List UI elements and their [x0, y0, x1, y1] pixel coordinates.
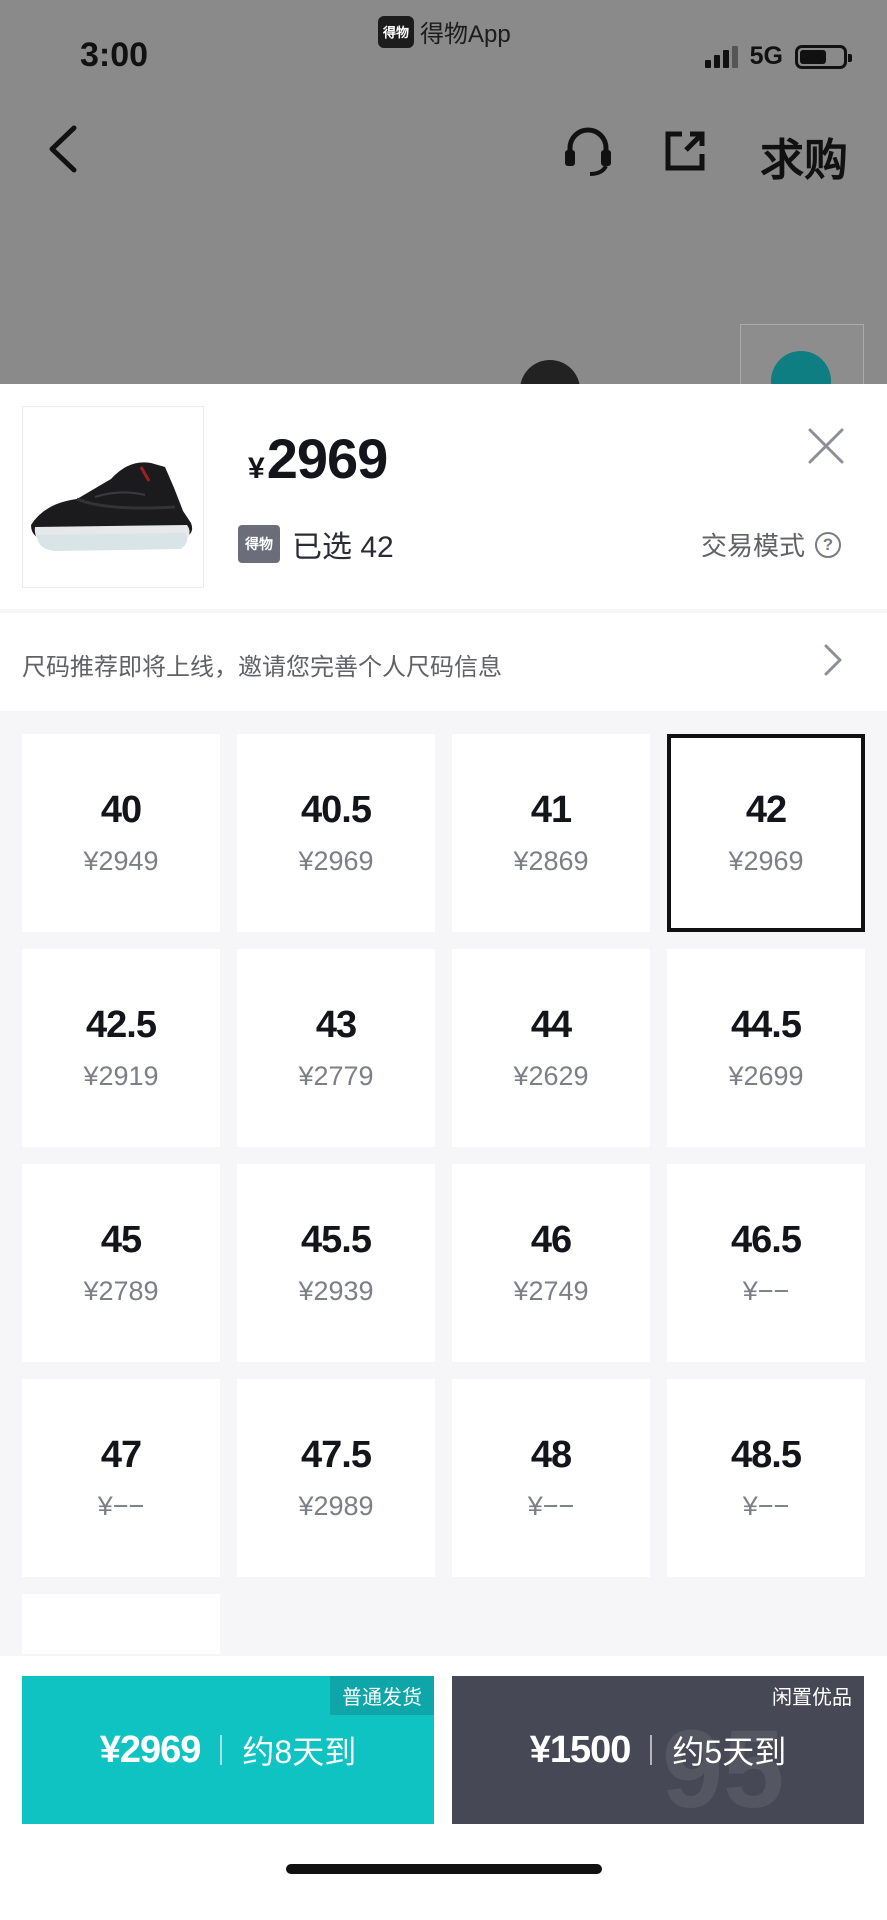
size-option-44[interactable]: 44 ¥2629 — [452, 949, 650, 1147]
size-price: ¥−− — [527, 1491, 575, 1521]
size-option-47-5[interactable]: 47.5 ¥2989 — [237, 1379, 435, 1577]
divider — [650, 1735, 653, 1765]
sneaker-image — [31, 462, 193, 551]
size-option-40-5[interactable]: 40.5 ¥2969 — [237, 734, 435, 932]
app-badge: 得物 得物App — [378, 14, 511, 49]
size-recommendation-banner[interactable]: 尺码推荐即将上线，邀请您完善个人尺码信息 — [0, 613, 887, 711]
headset-icon[interactable] — [562, 126, 614, 176]
standard-tag: 普通发货 — [330, 1676, 434, 1715]
price-value: 2969 — [266, 427, 389, 490]
size-price: ¥2969 — [298, 846, 374, 876]
size-price: ¥2969 — [728, 846, 804, 876]
help-icon: ? — [815, 531, 841, 558]
size-price: ¥2779 — [298, 1061, 374, 1091]
size-price: ¥2949 — [83, 846, 159, 876]
size-price: ¥2749 — [513, 1276, 589, 1306]
idle-price: ¥1500 — [529, 1728, 632, 1771]
divider — [220, 1735, 223, 1765]
background-thumbnail — [740, 324, 864, 384]
selected-size-info: 得物 已选 42 — [238, 522, 394, 566]
size-price: ¥−− — [742, 1491, 790, 1521]
size-price: ¥2629 — [513, 1061, 589, 1091]
network-label: 5G — [749, 42, 783, 70]
app-name: 得物App — [420, 21, 511, 48]
size-price: ¥2869 — [513, 846, 589, 876]
size-option-44-5[interactable]: 44.5 ¥2699 — [667, 949, 865, 1147]
size-option-46-5[interactable]: 46.5 ¥−− — [667, 1164, 865, 1362]
size-value: 46.5 — [731, 1219, 802, 1261]
size-price: ¥−− — [742, 1276, 790, 1306]
standard-price: ¥2969 — [99, 1728, 202, 1771]
size-price: ¥2989 — [298, 1491, 374, 1521]
size-value: 48 — [530, 1434, 572, 1476]
size-option-40[interactable]: 40 ¥2949 — [22, 734, 220, 932]
size-value: 45 — [100, 1219, 142, 1261]
sheet-header: ¥ 2969 得物 已选 42 交易模式 ? — [0, 384, 887, 609]
size-option-43[interactable]: 43 ¥2779 — [237, 949, 435, 1147]
chevron-left-icon[interactable] — [44, 124, 84, 174]
size-value: 48.5 — [731, 1434, 802, 1476]
size-value: 42 — [745, 789, 787, 831]
size-option-41[interactable]: 41 ¥2869 — [452, 734, 650, 932]
selected-size-label: 已选 42 — [292, 531, 394, 564]
size-value: 45.5 — [301, 1219, 372, 1261]
size-banner-text: 尺码推荐即将上线，邀请您完善个人尺码信息 — [22, 654, 502, 681]
size-option-45[interactable]: 45 ¥2789 — [22, 1164, 220, 1362]
want-to-buy-button[interactable]: 求购 — [760, 124, 848, 188]
signal-icon — [704, 45, 738, 68]
size-price: ¥2939 — [298, 1276, 374, 1306]
buy-standard-button[interactable]: 普通发货 ¥2969 约8天到 — [22, 1676, 434, 1824]
size-price: ¥2699 — [728, 1061, 804, 1091]
background-page: 3:00 得物 得物App 5G 求购 — [0, 0, 887, 384]
trade-mode-button[interactable]: 交易模式 ? — [701, 526, 841, 563]
buy-idle-button[interactable]: 95 闲置优品 ¥1500 约5天到 — [452, 1676, 864, 1824]
size-price: ¥2789 — [83, 1276, 159, 1306]
brand-logo: 得物 — [238, 525, 280, 563]
size-value: 40 — [100, 789, 142, 831]
product-thumbnail — [22, 406, 204, 588]
chevron-right-icon — [824, 644, 842, 676]
size-option-48[interactable]: 48 ¥−− — [452, 1379, 650, 1577]
app-logo: 得物 — [378, 15, 414, 48]
size-option-48-5[interactable]: 48.5 ¥−− — [667, 1379, 865, 1577]
status-indicators: 5G — [704, 42, 852, 71]
size-value: 47.5 — [301, 1434, 372, 1476]
currency-symbol: ¥ — [248, 452, 265, 485]
share-icon[interactable] — [662, 128, 708, 174]
size-price: ¥−− — [97, 1491, 145, 1521]
size-option-more[interactable] — [22, 1594, 220, 1654]
size-option-42-5[interactable]: 42.5 ¥2919 — [22, 949, 220, 1147]
size-value: 43 — [315, 1004, 357, 1046]
size-selection-sheet: ¥ 2969 得物 已选 42 交易模式 ? 尺码推荐即将上线，邀请您完善个人尺… — [0, 384, 887, 1920]
size-price: ¥2919 — [83, 1061, 159, 1091]
trade-mode-label: 交易模式 — [700, 531, 805, 561]
size-value: 44 — [530, 1004, 572, 1046]
size-option-45-5[interactable]: 45.5 ¥2939 — [237, 1164, 435, 1362]
bottom-bar: 普通发货 ¥2969 约8天到 95 闲置优品 ¥1500 约5天到 — [0, 1656, 887, 1920]
status-time: 3:00 — [80, 36, 149, 74]
close-icon[interactable] — [806, 426, 846, 466]
standard-eta: 约8天到 — [242, 1734, 357, 1770]
size-value: 47 — [100, 1434, 142, 1476]
selected-price: ¥ 2969 — [248, 426, 389, 491]
size-option-42[interactable]: 42 ¥2969 — [667, 734, 865, 932]
size-value: 44.5 — [731, 1004, 802, 1046]
size-option-47[interactable]: 47 ¥−− — [22, 1379, 220, 1577]
watermark-graphic: 95 — [662, 1708, 785, 1824]
size-value: 40.5 — [301, 789, 372, 831]
home-indicator[interactable] — [286, 1864, 602, 1874]
size-value: 41 — [530, 789, 572, 831]
size-value: 46 — [530, 1219, 572, 1261]
battery-icon — [795, 44, 852, 69]
size-option-46[interactable]: 46 ¥2749 — [452, 1164, 650, 1362]
size-value: 42.5 — [86, 1004, 157, 1046]
idle-tag: 闲置优品 — [772, 1687, 852, 1709]
background-product-image — [520, 360, 580, 384]
